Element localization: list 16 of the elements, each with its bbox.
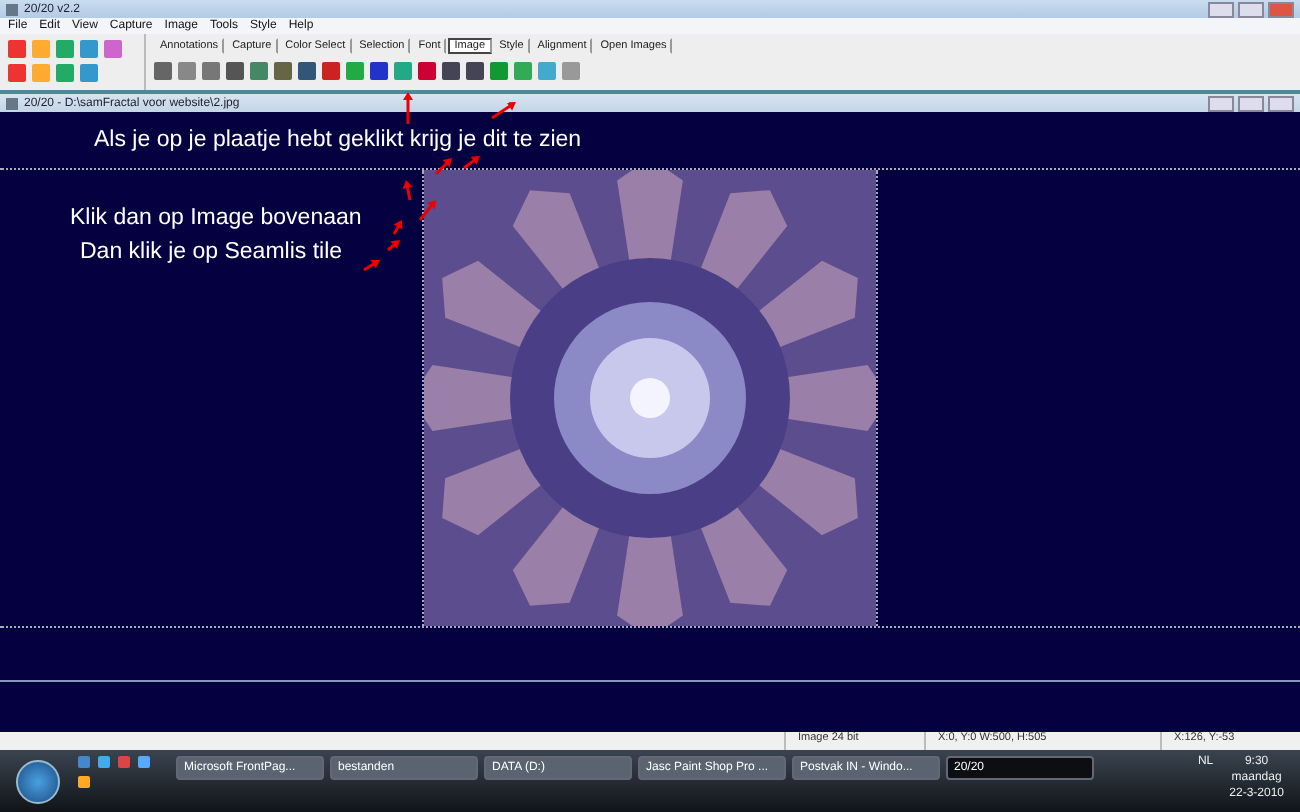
minimize-button[interactable] (1208, 1, 1234, 17)
app-icon (6, 97, 18, 109)
instruction-text: Als je op je plaatje hebt geklikt krijg je dit te zien (94, 128, 582, 152)
instruction-text: Klik dan op Image bovenaan (70, 206, 362, 230)
instruction-text: Dan klik je op Seamlis tile (78, 240, 343, 264)
close-button[interactable] (1268, 1, 1294, 17)
app-icon (6, 3, 18, 15)
start-button[interactable] (16, 760, 60, 804)
arrow-icon (418, 200, 436, 221)
maximize-button[interactable] (1238, 95, 1264, 111)
minimize-button[interactable] (1208, 95, 1234, 111)
arrow-icon (403, 92, 413, 124)
close-button[interactable] (1268, 95, 1294, 111)
arrow-icon (491, 102, 516, 120)
arrow-icon (402, 180, 413, 201)
maximize-button[interactable] (1238, 1, 1264, 17)
